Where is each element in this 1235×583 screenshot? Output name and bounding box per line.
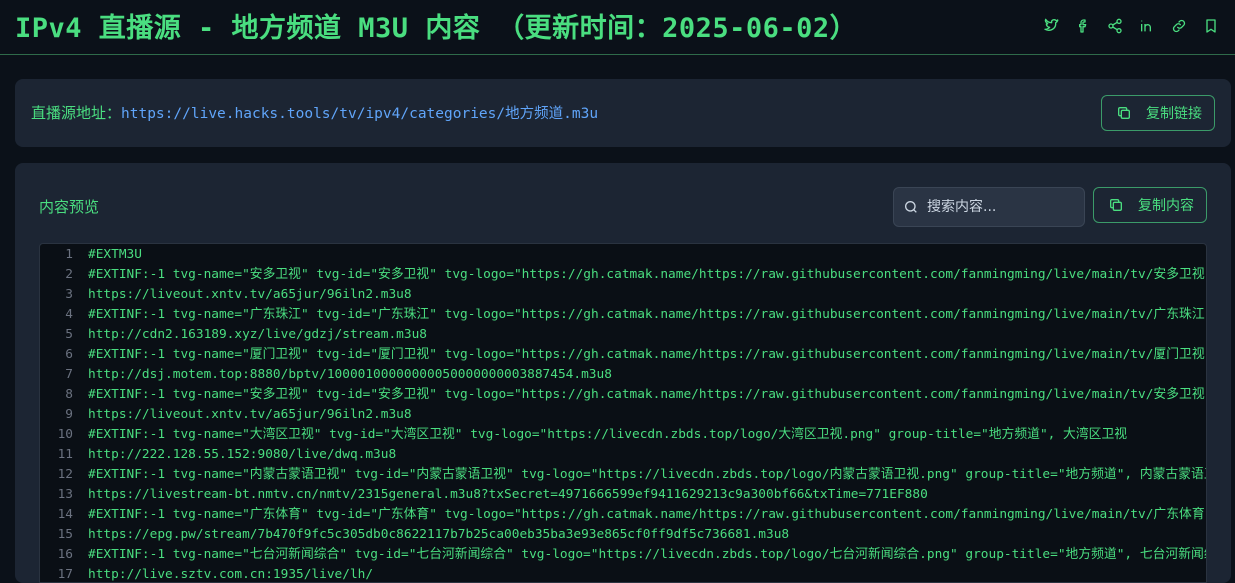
line-number: 1 — [65, 247, 73, 262]
line-text: https://livestream-bt.nmtv.cn/nmtv/2315g… — [88, 487, 928, 502]
search-icon — [903, 199, 919, 215]
preview-title: 内容预览 — [39, 198, 100, 216]
line-text: #EXTINF:-1 tvg-name="厦门卫视" tvg-id="厦门卫视"… — [88, 347, 1205, 362]
code-line: 8 #EXTINF:-1 tvg-name="安多卫视" tvg-id="安多卫视… — [40, 385, 1206, 405]
search-box[interactable] — [893, 187, 1085, 227]
line-number: 16 — [57, 547, 73, 562]
line-number: 7 — [65, 367, 73, 382]
line-text: https://epg.pw/stream/7b470f9fc5c305db0c… — [88, 527, 790, 542]
code-line: 12 #EXTINF:-1 tvg-name="内蒙古蒙语卫视" tvg-id="… — [40, 465, 1206, 485]
line-number: 11 — [57, 447, 73, 462]
source-url-card: 直播源地址：https://live.hacks.tools/tv/ipv4/c… — [15, 79, 1231, 147]
code-line: 3 https://liveout.xntv.tv/a65jur/96iln2.m… — [40, 285, 1206, 305]
line-number: 3 — [65, 287, 73, 302]
code-line: 2 #EXTINF:-1 tvg-name="安多卫视" tvg-id="安多卫视… — [40, 265, 1206, 285]
line-text: #EXTM3U — [88, 247, 142, 262]
page-title: IPv4 直播源 - 地方频道 M3U 内容 （更新时间：2025-06-02） — [15, 13, 858, 44]
code-preview[interactable]: 1 #EXTM3U 2 #EXTINF:-1 tvg-name="安多卫视" tvg… — [39, 243, 1207, 583]
line-text: #EXTINF:-1 tvg-name="广东体育" tvg-id="广东体育"… — [88, 507, 1205, 522]
line-number: 13 — [57, 487, 73, 502]
copy-icon — [1108, 197, 1124, 213]
line-text: http://live.sztv.com.cn:1935/live/lh/ — [88, 567, 374, 582]
code-line: 7 http://dsj.motem.top:8880/bptv/10000100… — [40, 365, 1206, 385]
code-line: 13 https://livestream-bt.nmtv.cn/nmtv/231… — [40, 485, 1206, 505]
line-text: #EXTINF:-1 tvg-name="内蒙古蒙语卫视" tvg-id="内蒙… — [88, 467, 1207, 482]
page-header: IPv4 直播源 - 地方频道 M3U 内容 （更新时间：2025-06-02） — [0, 0, 1235, 55]
line-text: #EXTINF:-1 tvg-name="安多卫视" tvg-id="安多卫视"… — [88, 387, 1205, 402]
code-line: 17 http://live.sztv.com.cn:1935/live/lh/ — [40, 565, 1206, 582]
copy-content-button[interactable]: 复制内容 — [1093, 187, 1207, 223]
line-number: 15 — [57, 527, 73, 542]
linkedin-icon[interactable] — [1131, 16, 1163, 36]
line-text: #EXTINF:-1 tvg-name="安多卫视" tvg-id="安多卫视"… — [88, 267, 1205, 282]
line-text: http://222.128.55.152:9080/live/dwq.m3u8 — [88, 447, 397, 462]
link-icon[interactable] — [1163, 16, 1195, 36]
source-url-link[interactable]: https://live.hacks.tools/tv/ipv4/categor… — [121, 106, 598, 122]
line-number: 9 — [65, 407, 73, 422]
code-line: 4 #EXTINF:-1 tvg-name="广东珠江" tvg-id="广东珠江… — [40, 305, 1206, 325]
code-line: 16 #EXTINF:-1 tvg-name="七台河新闻综合" tvg-id="… — [40, 545, 1206, 565]
source-url-row: 直播源地址：https://live.hacks.tools/tv/ipv4/c… — [31, 102, 598, 123]
content-card: 内容预览 复制内容 1 #EXTM3U 2 #EXTINF:-1 tvg-name=… — [15, 163, 1231, 583]
line-number: 2 — [65, 267, 73, 282]
share-toolbar — [1035, 16, 1227, 36]
copy-icon — [1116, 105, 1132, 121]
code-line: 9 https://liveout.xntv.tv/a65jur/96iln2.m… — [40, 405, 1206, 425]
share-icon[interactable] — [1099, 16, 1131, 36]
line-text: http://cdn2.163189.xyz/live/gdzj/stream.… — [88, 327, 427, 342]
line-text: #EXTINF:-1 tvg-name="大湾区卫视" tvg-id="大湾区卫… — [88, 427, 1128, 442]
line-number: 17 — [57, 567, 73, 582]
copy-link-button[interactable]: 复制链接 — [1101, 95, 1215, 131]
code-line: 5 http://cdn2.163189.xyz/live/gdzj/stream… — [40, 325, 1206, 345]
twitter-icon[interactable] — [1035, 16, 1067, 36]
copy-link-label: 复制链接 — [1146, 106, 1202, 122]
line-text: https://liveout.xntv.tv/a65jur/96iln2.m3… — [88, 287, 412, 302]
source-url-label: 直播源地址： — [31, 104, 122, 122]
code-line: 14 #EXTINF:-1 tvg-name="广东体育" tvg-id="广东体… — [40, 505, 1206, 525]
search-input[interactable] — [927, 199, 1077, 215]
line-text: https://liveout.xntv.tv/a65jur/96iln2.m3… — [88, 407, 412, 422]
line-text: #EXTINF:-1 tvg-name="广东珠江" tvg-id="广东珠江"… — [88, 307, 1205, 322]
line-number: 12 — [57, 467, 73, 482]
bookmark-icon[interactable] — [1195, 16, 1227, 36]
copy-content-label: 复制内容 — [1138, 198, 1194, 214]
code-line: 1 #EXTM3U — [40, 245, 1206, 265]
line-number: 14 — [57, 507, 73, 522]
code-line: 6 #EXTINF:-1 tvg-name="厦门卫视" tvg-id="厦门卫视… — [40, 345, 1206, 365]
code-line: 11 http://222.128.55.152:9080/live/dwq.m3… — [40, 445, 1206, 465]
line-number: 10 — [57, 427, 73, 442]
code-line: 10 #EXTINF:-1 tvg-name="大湾区卫视" tvg-id="大湾… — [40, 425, 1206, 445]
line-text: #EXTINF:-1 tvg-name="七台河新闻综合" tvg-id="七台… — [88, 547, 1207, 562]
line-text: http://dsj.motem.top:8880/bptv/100001000… — [88, 367, 612, 382]
line-number: 8 — [65, 387, 73, 402]
line-number: 4 — [65, 307, 73, 322]
code-line: 15 https://epg.pw/stream/7b470f9fc5c305db… — [40, 525, 1206, 545]
facebook-icon[interactable] — [1067, 16, 1099, 36]
line-number: 5 — [65, 327, 73, 342]
line-number: 6 — [65, 347, 73, 362]
